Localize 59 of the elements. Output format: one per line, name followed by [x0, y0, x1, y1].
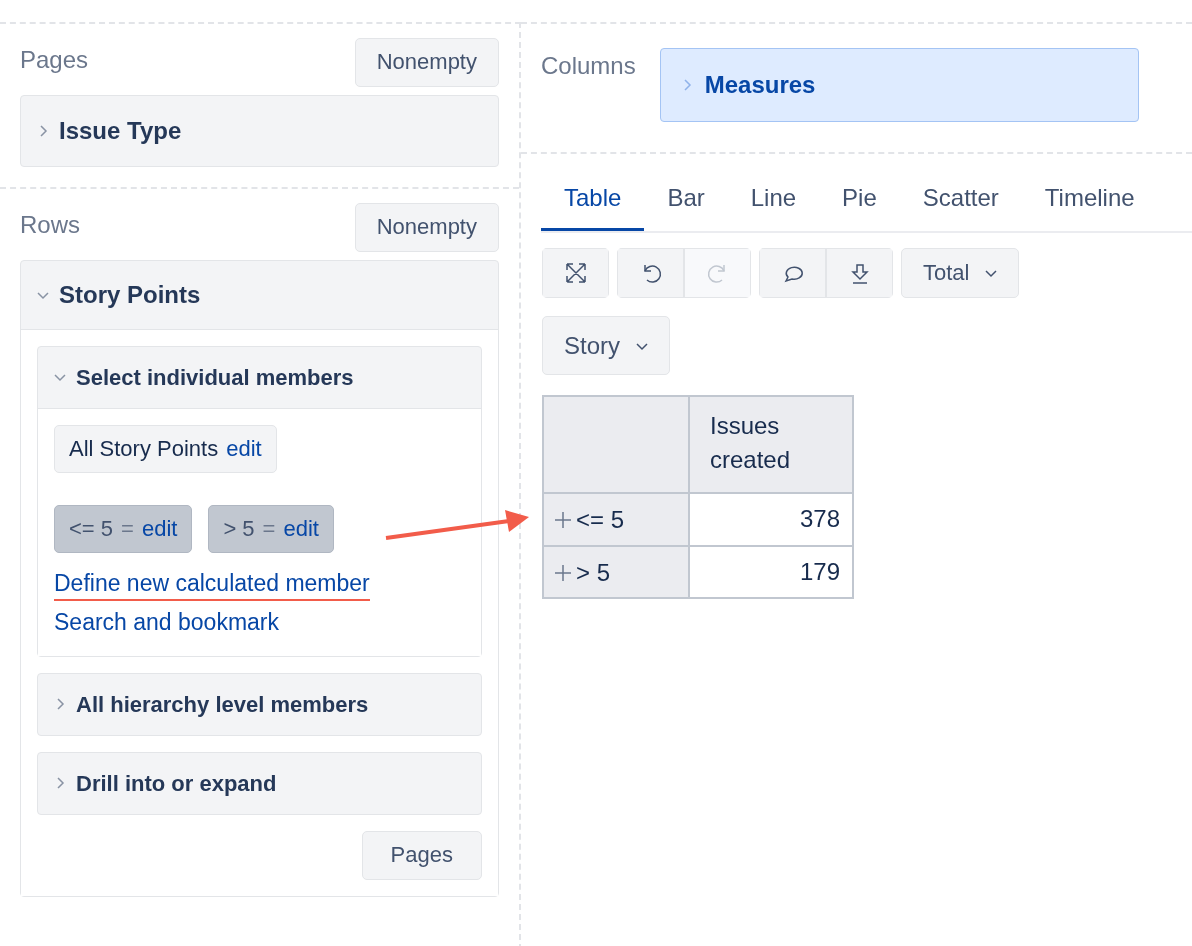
fullscreen-icon — [564, 262, 587, 284]
member-label: > 5 — [223, 516, 255, 543]
dimension-header[interactable]: Issue Type — [21, 95, 498, 166]
section-header[interactable]: All hierarchy level members — [38, 673, 481, 735]
expand-plus-icon[interactable] — [554, 563, 572, 582]
dimension-label: Issue Type — [59, 115, 182, 146]
member-chip[interactable]: All Story Points edit — [54, 424, 277, 473]
chevron-right-icon[interactable] — [54, 698, 66, 711]
nonempty-button[interactable]: Nonempty — [354, 38, 499, 87]
equals-sign: = — [121, 516, 134, 543]
edit-link[interactable]: edit — [283, 516, 319, 543]
nonempty-button[interactable]: Nonempty — [354, 202, 499, 252]
member-label: All Story Points — [69, 435, 219, 462]
row-header: <= 5 — [576, 505, 625, 536]
measures-panel[interactable]: Measures — [659, 48, 1139, 122]
dimension-label: Measures — [704, 70, 816, 100]
tab[interactable]: Scatter — [899, 170, 1022, 231]
edit-link[interactable]: edit — [141, 516, 178, 543]
dropdown-label: Total — [923, 258, 970, 287]
tab[interactable]: Pie — [819, 170, 900, 231]
section-header[interactable]: Drill into or expand — [38, 752, 481, 814]
download-icon — [848, 262, 871, 284]
chevron-right-icon[interactable] — [37, 124, 49, 137]
dimension-dropdown[interactable]: Story — [542, 316, 670, 375]
underlined-link[interactable]: Define new calculated member — [54, 569, 370, 602]
pages-button[interactable]: Pages — [361, 830, 482, 880]
tab[interactable]: Line — [727, 170, 820, 231]
total-dropdown[interactable]: Total — [901, 248, 1020, 298]
dimension-header[interactable]: Story Points — [21, 260, 498, 329]
section-header[interactable]: Select individual members — [38, 346, 481, 408]
section-title: Columns — [541, 51, 636, 81]
edit-link[interactable]: edit — [226, 435, 262, 462]
table-cell: 378 — [689, 493, 853, 546]
caret-icon — [985, 267, 998, 279]
calculated-member-chip[interactable]: > 5 = edit — [208, 505, 334, 554]
toolbar-button[interactable] — [826, 248, 893, 298]
toolbar-button[interactable] — [542, 248, 609, 298]
row-header: > 5 — [576, 557, 611, 588]
link[interactable]: Search and bookmark — [54, 605, 279, 640]
section-title: Pages — [20, 45, 89, 75]
section-label: Drill into or expand — [76, 769, 277, 798]
section-label: Select individual members — [76, 363, 354, 392]
table-cell: 179 — [689, 545, 853, 598]
calculated-member-chip[interactable]: <= 5 = edit — [54, 505, 193, 554]
toolbar-button[interactable] — [759, 248, 826, 298]
dimension-label: Story Points — [59, 279, 201, 310]
tab[interactable]: Bar — [644, 170, 728, 231]
expand-plus-icon[interactable] — [554, 511, 572, 530]
section-label: All hierarchy level members — [76, 690, 369, 719]
member-label: <= 5 — [69, 516, 114, 543]
dropdown-label: Story — [564, 330, 620, 361]
chevron-down-icon[interactable] — [54, 371, 66, 384]
toolbar-button[interactable] — [617, 248, 684, 298]
tab[interactable]: Table — [541, 170, 645, 231]
section-title: Rows — [20, 209, 80, 240]
equals-sign: = — [262, 516, 276, 543]
chevron-right-icon[interactable] — [54, 777, 66, 790]
column-header: Issues created — [689, 396, 853, 494]
tab[interactable]: Timeline — [1021, 170, 1158, 231]
